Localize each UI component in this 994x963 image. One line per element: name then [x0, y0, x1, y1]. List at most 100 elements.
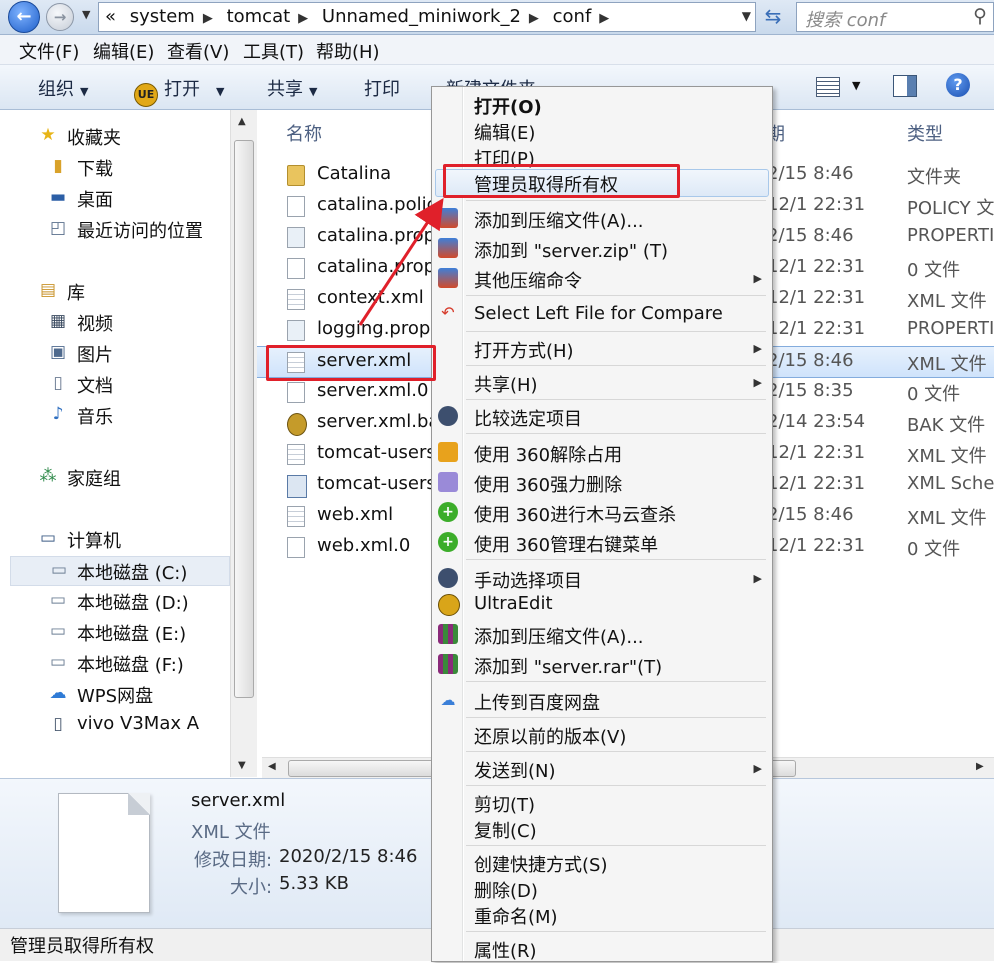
menu-file[interactable]: 文件(F): [19, 38, 79, 64]
nav-computer[interactable]: ▭ 计算机: [0, 525, 228, 553]
scrollbar-thumb[interactable]: [234, 140, 254, 698]
breadcrumb-item-system[interactable]: system: [130, 6, 195, 27]
file-type: PROPERTI: [907, 225, 994, 246]
column-header-name[interactable]: 名称: [286, 120, 322, 146]
menu-item-restore-previous[interactable]: 还原以前的版本(V): [474, 723, 626, 749]
menu-item-360-scan[interactable]: 使用 360进行木马云查杀: [474, 501, 676, 527]
history-dropdown-icon[interactable]: ▼: [82, 8, 94, 24]
menu-item-edit[interactable]: 编辑(E): [474, 119, 535, 145]
breadcrumb-item-tomcat[interactable]: tomcat: [227, 6, 291, 27]
winrar-icon: [438, 624, 458, 644]
menu-item-compare-left[interactable]: Select Left File for Compare: [474, 303, 723, 324]
nav-drive-f[interactable]: ▭ 本地磁盘 (F:): [0, 649, 228, 677]
menu-item-360-manage-menu[interactable]: 使用 360管理右键菜单: [474, 531, 658, 557]
menu-edit[interactable]: 编辑(E): [93, 38, 154, 64]
menu-item-ultraedit[interactable]: UltraEdit: [474, 593, 553, 614]
search-input[interactable]: 搜索 conf ⚲: [796, 2, 994, 32]
organize-label: 组织: [38, 79, 74, 100]
breadcrumb-item-conf[interactable]: conf: [553, 6, 592, 27]
preview-pane-icon[interactable]: [893, 75, 917, 97]
organize-button[interactable]: 组织 ▼: [38, 75, 88, 101]
back-button[interactable]: ←: [8, 1, 40, 33]
address-field[interactable]: « system ▶ tomcat ▶ Unnamed_miniwork_2 ▶ co…: [98, 2, 756, 32]
chevron-right-icon[interactable]: ▶: [529, 11, 539, 26]
nav-favorites[interactable]: ★ 收藏夹: [0, 122, 228, 150]
view-options-icon[interactable]: [816, 77, 840, 97]
nav-libraries[interactable]: ▤ 库: [0, 277, 228, 305]
file-date: 12/1 22:31: [767, 194, 866, 215]
menu-item-copy[interactable]: 复制(C): [474, 817, 537, 843]
breadcrumb: « system ▶ tomcat ▶ Unnamed_miniwork_2 ▶ co…: [105, 6, 617, 27]
menu-item-add-to-zip[interactable]: 添加到 "server.zip" (T): [474, 237, 668, 263]
drive-icon: ▭: [50, 560, 68, 580]
breadcrumb-item-miniwork[interactable]: Unnamed_miniwork_2: [322, 6, 521, 27]
nav-homegroup[interactable]: ⁂ 家庭组: [0, 463, 228, 491]
menu-item-manual-select[interactable]: 手动选择项目: [474, 567, 582, 593]
menu-item-send-to[interactable]: 发送到(N): [474, 757, 556, 783]
scroll-up-icon[interactable]: ▲: [238, 116, 246, 127]
menu-item-open[interactable]: 打开(O): [474, 93, 542, 119]
share-button[interactable]: 共享 ▼: [267, 75, 317, 101]
menu-view[interactable]: 查看(V): [167, 38, 229, 64]
menu-item-delete[interactable]: 删除(D): [474, 877, 538, 903]
phone-icon: ▯: [53, 714, 63, 734]
scroll-right-icon[interactable]: ▶: [976, 761, 984, 772]
menu-item-properties[interactable]: 属性(R): [474, 937, 537, 963]
menu-item-360-unlock[interactable]: 使用 360解除占用: [474, 441, 622, 467]
menu-item-create-shortcut[interactable]: 创建快捷方式(S): [474, 851, 607, 877]
menu-item-baidu-upload[interactable]: 上传到百度网盘: [474, 689, 600, 715]
nav-wps-drive[interactable]: ☁ WPS网盘: [0, 680, 228, 708]
menu-item-add-to-rar[interactable]: 添加到 "server.rar"(T): [474, 653, 662, 679]
refresh-icon[interactable]: ⇆: [758, 2, 788, 30]
compare-left-icon: ↶: [441, 303, 455, 322]
nav-pictures[interactable]: ▣ 图片: [0, 339, 228, 367]
nav-label: 视频: [77, 314, 113, 335]
chevron-right-icon[interactable]: ▶: [298, 11, 308, 26]
nav-videos[interactable]: ▦ 视频: [0, 308, 228, 336]
menu-item-360-force-delete[interactable]: 使用 360强力删除: [474, 471, 622, 497]
menu-item-other-compress[interactable]: 其他压缩命令: [474, 267, 582, 293]
chevron-right-icon[interactable]: ▶: [599, 11, 609, 26]
open-button[interactable]: UE 打开 ▼: [134, 75, 224, 107]
chevron-down-icon[interactable]: ▼: [852, 79, 860, 92]
scroll-left-icon[interactable]: ◀: [268, 761, 276, 772]
menu-help[interactable]: 帮助(H): [316, 38, 380, 64]
menu-item-add-to-archive-rar[interactable]: 添加到压缩文件(A)...: [474, 623, 644, 649]
menu-item-rename[interactable]: 重命名(M): [474, 903, 558, 929]
menu-item-open-with[interactable]: 打开方式(H): [474, 337, 574, 363]
forward-button[interactable]: →: [46, 3, 74, 31]
nav-drive-c[interactable]: ▭ 本地磁盘 (C:): [10, 556, 230, 586]
navigation-pane: ★ 收藏夹 ▮ 下载 ▬ 桌面 ◰ 最近访问的位置 ▤ 库 ▦ 视频 ▣ 图片 ▯ 文档 ♪ 音乐…: [0, 110, 256, 777]
scroll-down-icon[interactable]: ▼: [238, 760, 246, 771]
menu-item-add-to-archive[interactable]: 添加到压缩文件(A)...: [474, 207, 644, 233]
print-button[interactable]: 打印: [364, 75, 400, 101]
search-icon[interactable]: ⚲: [973, 5, 987, 27]
nav-downloads[interactable]: ▮ 下载: [0, 153, 228, 181]
menu-item-compare-selected[interactable]: 比较选定项目: [474, 405, 582, 431]
nav-recent[interactable]: ◰ 最近访问的位置: [0, 215, 228, 243]
nav-desktop[interactable]: ▬ 桌面: [0, 184, 228, 212]
nav-drive-d[interactable]: ▭ 本地磁盘 (D:): [0, 587, 228, 615]
nav-documents[interactable]: ▯ 文档: [0, 370, 228, 398]
menu-manager-360-icon: +: [438, 532, 458, 552]
help-icon[interactable]: ?: [946, 73, 970, 97]
breadcrumb-overflow[interactable]: «: [105, 6, 116, 27]
chevron-right-icon[interactable]: ▶: [203, 11, 213, 26]
nav-drive-e[interactable]: ▭ 本地磁盘 (E:): [0, 618, 228, 646]
annotation-box-take-ownership: [443, 164, 680, 198]
document-icon: [287, 382, 305, 403]
file-type: XML 文件: [907, 446, 987, 467]
properties-file-icon: [287, 227, 305, 248]
column-header-type[interactable]: 类型: [907, 120, 943, 146]
nav-scrollbar[interactable]: ▲ ▼: [230, 110, 257, 777]
address-dropdown-icon[interactable]: ▼: [742, 9, 751, 23]
nav-music[interactable]: ♪ 音乐: [0, 401, 228, 429]
file-date: 2/15 8:35: [767, 380, 854, 401]
nav-label: 本地磁盘 (E:): [77, 624, 187, 645]
menu-item-share[interactable]: 共享(H): [474, 371, 538, 397]
nav-vivo-device[interactable]: ▯ vivo V3Max A: [0, 711, 228, 739]
archive-icon: [438, 208, 458, 228]
file-type: PROPERTI: [907, 318, 994, 339]
menu-tools[interactable]: 工具(T): [243, 38, 304, 64]
menu-item-cut[interactable]: 剪切(T): [474, 791, 535, 817]
